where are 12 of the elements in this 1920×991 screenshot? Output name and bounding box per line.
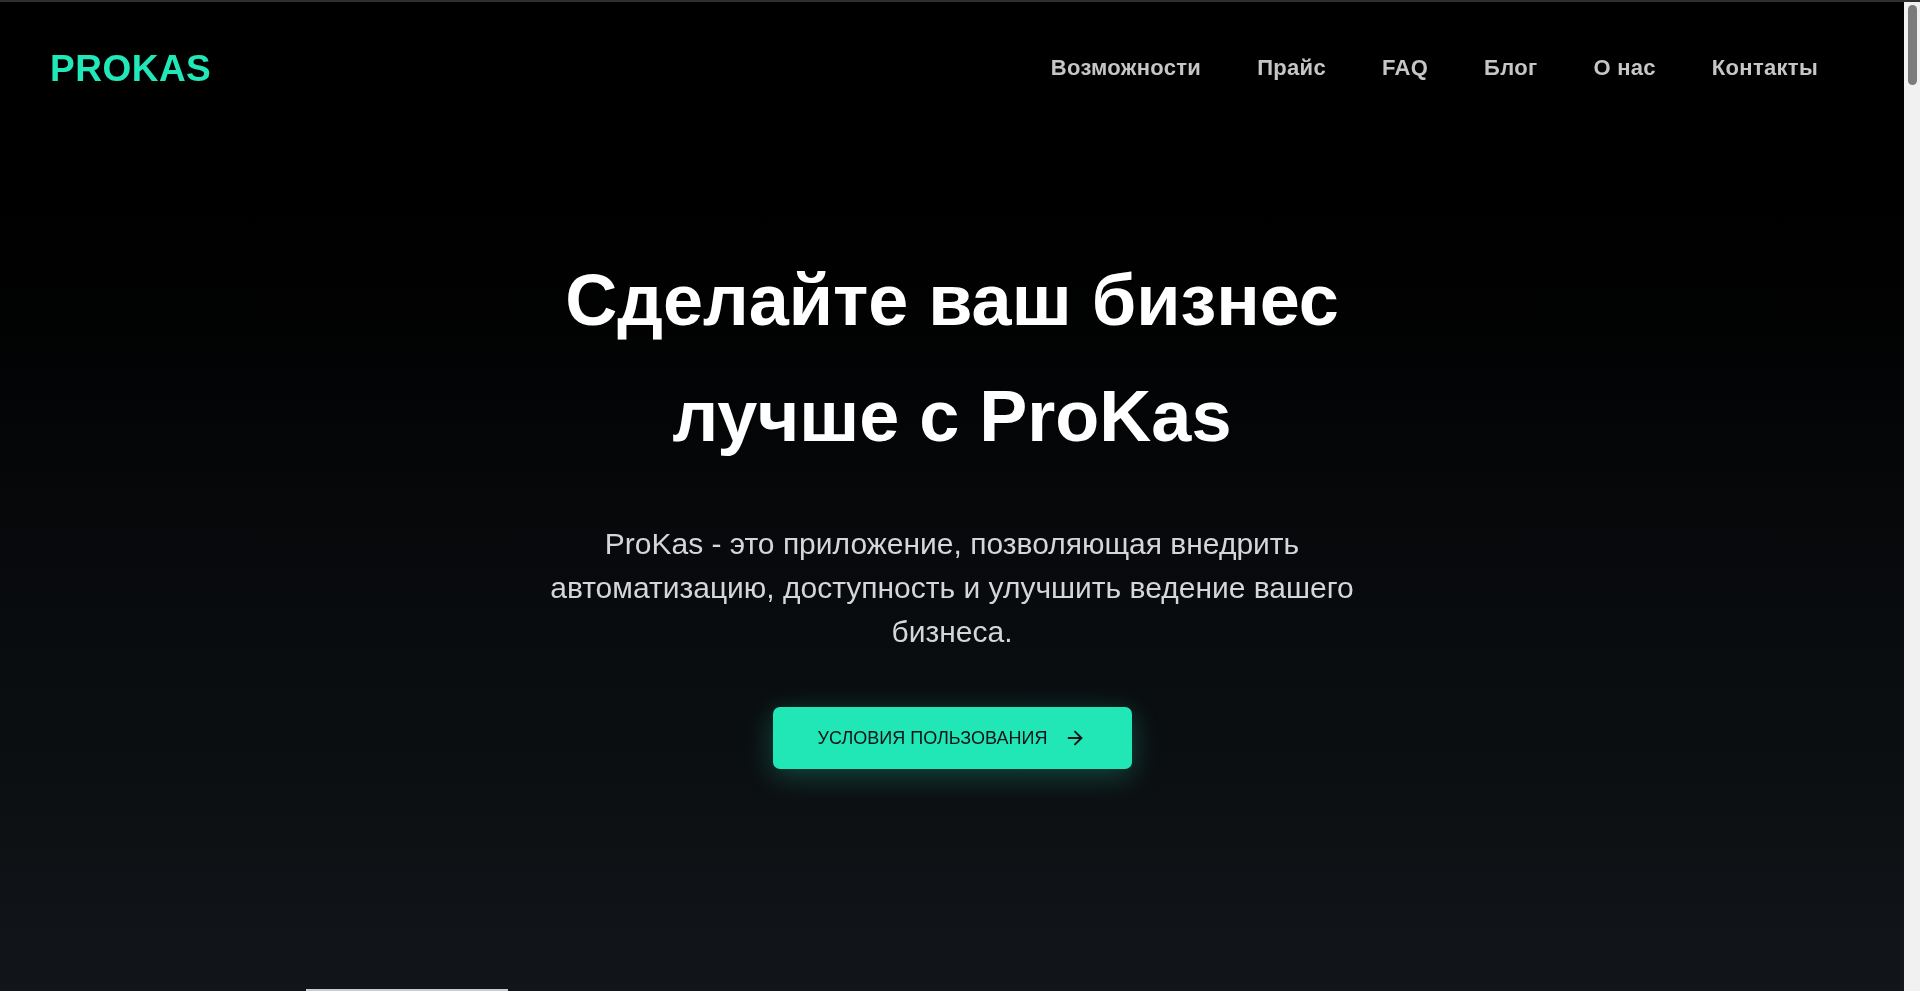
nav-link[interactable]: О нас — [1593, 57, 1656, 79]
nav-link[interactable]: Прайс — [1257, 57, 1326, 79]
hero-heading: Сделайте ваш бизнес лучше с ProKas — [564, 259, 1340, 458]
scrollbar-thumb[interactable] — [1907, 5, 1917, 85]
scrollbar[interactable] — [1904, 2, 1920, 991]
nav-link[interactable]: Возможности — [1050, 57, 1202, 79]
nav-link[interactable]: FAQ — [1381, 57, 1429, 79]
hero-description: ProKas - это приложение, позволяющая внедрить автоматизацию, доступность и улучшить ведение вашего бизнеса. — [549, 526, 1355, 650]
terms-button[interactable]: УСЛОВИЯ ПОЛЬЗОВАНИЯ — [772, 707, 1132, 769]
nav-link[interactable]: Блог — [1484, 57, 1538, 79]
logo[interactable]: PROKAS — [50, 49, 212, 87]
nav-link[interactable]: Контакты — [1711, 57, 1818, 79]
